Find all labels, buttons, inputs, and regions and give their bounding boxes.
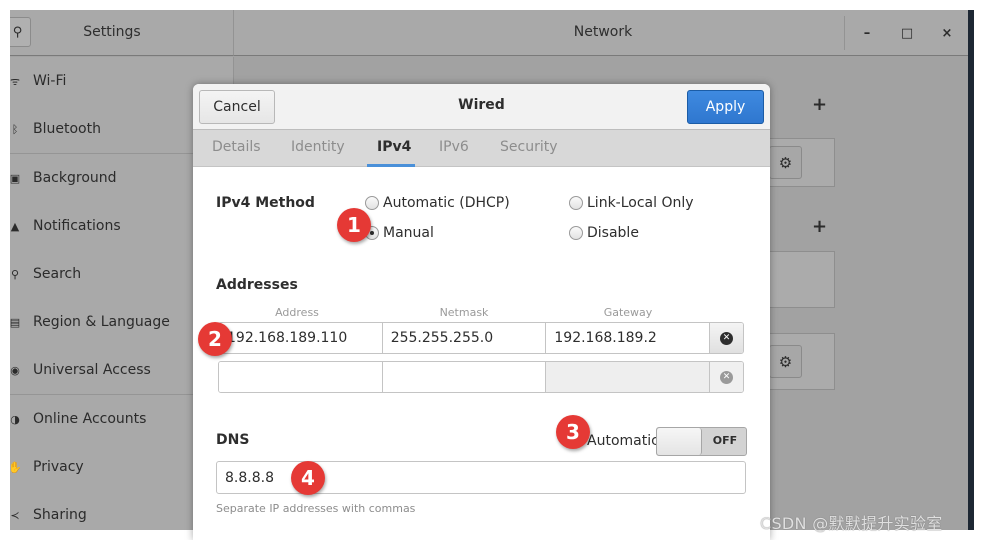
gear-icon: ⚙ [778,153,793,172]
screenshot-stage: ⚲ Settings Network – □ × ᯤ Wi-Fi ᛒ Bluet… [0,0,985,540]
window-edge [968,10,974,530]
switch-knob[interactable] [657,428,702,455]
panel-headerbar: Network – □ × [234,10,972,56]
minimize-icon: – [863,25,871,41]
ipv4-method-label: IPv4 Method [216,195,315,211]
add-vpn-button[interactable]: + [812,216,827,237]
radio-automatic-dhcp[interactable]: Automatic (DHCP) [365,195,510,211]
wifi-icon: ᯤ [10,74,21,88]
delete-icon: ✕ [720,370,734,384]
column-header-gateway: Gateway [603,306,653,319]
sidebar-item-label: Sharing [33,507,87,523]
tab-ipv6[interactable]: IPv6 [439,139,469,155]
delete-icon: ✕ [720,331,734,345]
search-icon: ⚲ [10,267,20,281]
accessibility-icon: ◉ [10,363,20,377]
online-accounts-icon: ◑ [10,412,20,426]
wired-connection-row: ⚙ [760,138,835,187]
share-icon: ≺ [10,508,20,522]
radio-label: Disable [587,225,639,241]
sidebar-item-label: Online Accounts [33,411,147,427]
headerbar-separator [844,16,845,50]
radio-manual[interactable]: Manual [365,225,434,241]
radio-label: Automatic (DHCP) [383,195,510,211]
maximize-button[interactable]: □ [897,23,917,43]
switch-state-label: OFF [712,434,738,447]
annotation-marker-4: 4 [291,461,325,495]
minimize-button[interactable]: – [857,23,877,43]
netmask-input[interactable]: 255.255.255.0 [382,323,547,353]
gateway-input[interactable] [546,362,711,392]
add-connection-button[interactable]: + [812,94,827,115]
background-icon: ▣ [10,171,21,185]
address-input[interactable] [219,362,383,392]
settings-title: Settings [83,24,141,40]
sidebar-item-label: Background [33,170,117,186]
region-icon: ▤ [10,315,21,329]
watermark: CSDN @默默提升实验室 [760,514,943,533]
wired-settings-dialog: Cancel Wired Apply Details Identity IPv4… [193,84,770,540]
delete-address-button[interactable]: ✕ [710,362,743,392]
sidebar-item-label: Bluetooth [33,121,101,137]
wired-settings-button[interactable]: ⚙ [769,146,802,179]
dns-automatic-switch[interactable]: OFF [656,427,747,456]
tab-identity[interactable]: Identity [291,139,345,155]
dialog-tabs: Details Identity IPv4 IPv6 Security [193,130,770,167]
addresses-label: Addresses [216,277,298,293]
maximize-icon: □ [900,25,914,41]
tab-security[interactable]: Security [500,139,558,155]
radio-label: Link-Local Only [587,195,694,211]
radio-indicator[interactable] [569,226,583,240]
sidebar-item-label: Universal Access [33,362,151,378]
annotation-marker-3: 3 [556,415,590,449]
bluetooth-icon: ᛒ [11,122,19,136]
proxy-settings-button[interactable]: ⚙ [769,345,802,378]
bell-icon: ▲ [10,219,20,233]
dns-automatic-label: Automatic [587,433,659,449]
annotation-marker-1: 1 [337,208,371,242]
sidebar-headerbar: ⚲ Settings [10,10,234,56]
sidebar-item-label: Wi-Fi [33,73,67,89]
proxy-row: ⚙ [760,333,835,390]
radio-disable[interactable]: Disable [569,225,639,241]
delete-address-button[interactable]: ✕ [710,323,743,353]
dns-hint: Separate IP addresses with commas [216,502,416,515]
radio-link-local-only[interactable]: Link-Local Only [569,195,694,211]
radio-label: Manual [383,225,434,241]
radio-indicator[interactable] [365,196,379,210]
close-window-button[interactable]: × [937,23,957,43]
vpn-list-box [760,251,835,308]
dns-label: DNS [216,432,250,448]
column-header-netmask: Netmask [439,306,489,319]
column-header-address: Address [275,306,319,319]
sidebar-item-label: Privacy [33,459,84,475]
dialog-header: Cancel Wired Apply [193,84,770,130]
active-tab-indicator [367,164,415,167]
sidebar-item-label: Notifications [33,218,121,234]
tab-ipv4[interactable]: IPv4 [377,139,411,155]
address-row: 192.168.189.110 255.255.255.0 192.168.18… [218,322,744,354]
sidebar-item-label: Search [33,266,82,282]
annotation-marker-2: 2 [198,322,232,356]
close-icon: × [941,25,953,41]
dialog-title: Wired [458,97,505,113]
sidebar-item-label: Region & Language [33,314,170,330]
gear-icon: ⚙ [778,352,793,371]
privacy-hand-icon: ✋ [10,460,22,474]
radio-indicator[interactable] [569,196,583,210]
address-input[interactable]: 192.168.189.110 [219,323,383,353]
netmask-input[interactable] [382,362,547,392]
tab-details[interactable]: Details [212,139,261,155]
address-row-empty: ✕ [218,361,744,393]
apply-button[interactable]: Apply [687,90,764,124]
gateway-input[interactable]: 192.168.189.2 [546,323,711,353]
